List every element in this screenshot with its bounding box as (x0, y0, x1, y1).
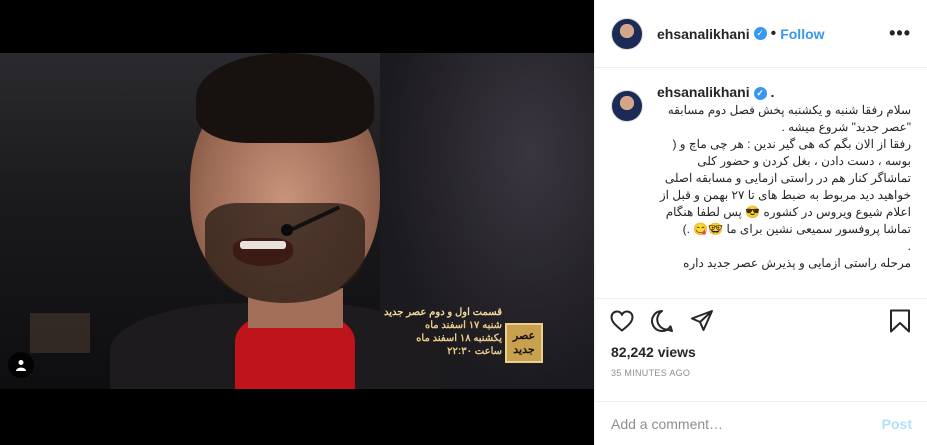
host-hair (196, 53, 374, 143)
caption-avatar[interactable] (611, 90, 643, 122)
post-comment-button[interactable]: Post (882, 416, 912, 432)
show-schedule-overlay: قسمت اول و دوم عصر جدید شنبه ۱۷ اسفند ما… (362, 306, 502, 358)
view-count[interactable]: 82,242 views (595, 342, 927, 360)
like-button[interactable] (609, 308, 635, 334)
media-pane: قسمت اول و دوم عصر جدید شنبه ۱۷ اسفند ما… (0, 0, 594, 445)
username-link[interactable]: ehsanalikhani (657, 26, 750, 42)
show-title: قسمت اول و دوم عصر جدید (384, 307, 502, 318)
show-date-1: شنبه ۱۷ اسفند ماه (425, 320, 502, 331)
separator-dot: • (770, 24, 777, 42)
post-sidebar: ehsanalikhani ✓ • Follow ••• ehsanalikha… (594, 0, 927, 445)
avatar[interactable] (611, 17, 643, 50)
comment-bubble-icon (651, 309, 673, 332)
comment-input[interactable] (611, 415, 882, 432)
video-player[interactable]: قسمت اول و دوم عصر جدید شنبه ۱۷ اسفند ما… (0, 53, 594, 389)
share-button[interactable] (689, 308, 715, 334)
follow-button[interactable]: Follow (780, 26, 824, 42)
caption-text: سلام رفقا شنبه و یکشنبه پخش فصل دوم مساب… (659, 103, 911, 270)
stage-prop (30, 313, 90, 353)
show-date-2: یکشنبه ۱۸ اسفند ماه (416, 333, 502, 344)
action-bar (595, 298, 927, 342)
bookmark-icon (890, 309, 910, 332)
caption-author-link[interactable]: ehsanalikhani (657, 84, 750, 100)
heart-icon (610, 309, 634, 332)
comment-form: Post (595, 401, 927, 445)
headset-mic-tip (281, 224, 293, 236)
user-tag-icon (16, 360, 26, 371)
caption-author: ehsanalikhani ✓ . (657, 84, 911, 100)
comment-button[interactable] (649, 308, 675, 334)
verified-badge-icon: ✓ (753, 27, 767, 40)
paper-plane-icon (691, 309, 713, 331)
user-tag-button[interactable] (8, 352, 34, 378)
more-options-button[interactable]: ••• (889, 23, 911, 44)
save-button[interactable] (887, 308, 913, 334)
post-header: ehsanalikhani ✓ • Follow ••• (595, 0, 927, 68)
host-teeth (240, 241, 286, 249)
show-time: ساعت ۲۲:۳۰ (447, 346, 502, 357)
show-logo: عصر جدید (505, 323, 543, 363)
caption-area: ehsanalikhani ✓ . سلام رفقا شنبه و یکشنبه… (595, 68, 927, 298)
caption-block: ehsanalikhani ✓ . سلام رفقا شنبه و یکشنبه… (657, 84, 911, 298)
post-timestamp[interactable]: 35 MINUTES AGO (595, 360, 927, 388)
verified-badge-icon: ✓ (753, 86, 767, 100)
caption-author-suffix: . (766, 84, 775, 100)
